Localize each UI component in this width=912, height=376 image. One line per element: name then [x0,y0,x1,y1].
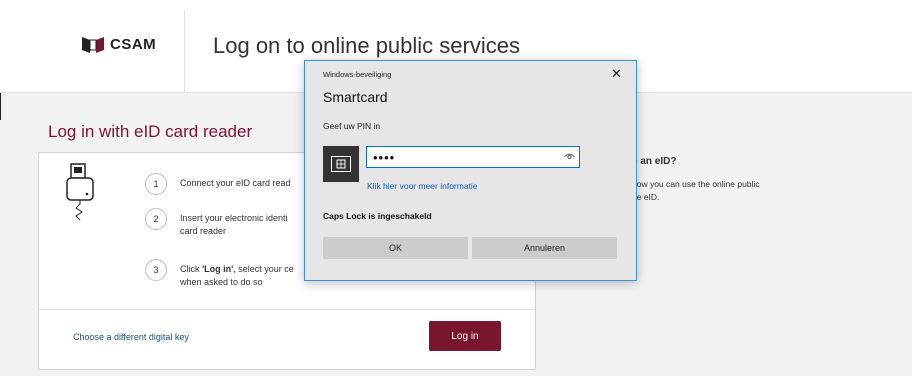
side-text-line2: he eID. [632,192,660,202]
step-text-line1: Insert your electronic identi [180,213,288,223]
step-2: 2 Insert your electronic identi card rea… [145,208,320,238]
step-text-pre: Click [180,264,202,274]
step-text-line2: card reader [180,226,227,236]
side-text: how you can use the online public he eID… [632,178,760,204]
step-text: Insert your electronic identi card reade… [180,212,320,238]
step-text-line1: Click 'Log in', select your ce [180,263,320,276]
step-3: 3 Click 'Log in', select your ce when as… [145,259,320,289]
step-number: 1 [145,173,167,195]
section-title: Log in with eID card reader [48,122,253,141]
header-divider [184,10,185,92]
windows-security-dialog: Windows-beveiliging ✕ Smartcard Geef uw … [304,60,637,281]
side-heading: e an eID? [632,156,677,167]
reveal-password-icon[interactable] [564,152,575,160]
ok-button[interactable]: OK [323,237,468,259]
dialog-heading: Smartcard [323,89,388,105]
csam-logo[interactable]: CSAM [82,36,156,53]
pin-field[interactable] [366,146,580,168]
step-text: Connect your eID card read [180,178,291,188]
step-text-post: , select your ce [233,264,294,274]
pin-prompt: Geef uw PIN in [323,121,381,131]
cancel-button[interactable]: Annuleren [472,237,617,259]
csam-logo-icon [82,36,104,53]
step-number: 2 [145,208,167,230]
smartcard-icon-box [323,146,359,182]
step-number: 3 [145,259,167,281]
step-text-line2: when asked to do so [180,277,263,287]
page-title: Log on to online public services [213,33,520,58]
step-text-bold: 'Log in' [202,264,234,274]
more-info-link[interactable]: Klik hier voor meer informatie [367,181,478,191]
smartcard-icon [331,156,351,172]
dialog-caption: Windows-beveiliging [323,70,392,79]
close-icon[interactable]: ✕ [611,66,622,82]
card-divider [39,309,535,310]
login-button[interactable]: Log in [429,321,501,351]
step-1: 1 Connect your eID card read [145,173,320,195]
caps-lock-warning: Caps Lock is ingeschakeld [323,211,432,221]
step-text: Click 'Log in', select your ce when aske… [180,263,320,289]
choose-different-key-link[interactable]: Choose a different digital key [73,332,189,342]
logo-text: CSAM [110,36,157,53]
card-reader-icon [66,163,94,221]
side-text-line1: how you can use the online public [632,179,760,189]
